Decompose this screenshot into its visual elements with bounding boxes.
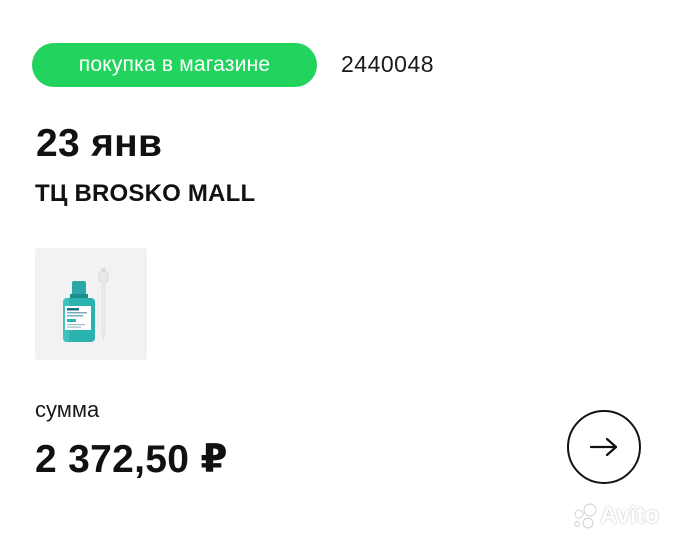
sum-value: 2 372,50 ₽ — [35, 438, 228, 481]
avito-dots-icon — [574, 503, 597, 529]
sum-label: сумма — [35, 397, 100, 422]
product-thumbnail[interactable] — [35, 248, 147, 360]
serum-bottle-image — [35, 248, 147, 360]
open-purchase-button[interactable] — [567, 410, 641, 484]
store-name: ТЦ BROSKO MALL — [35, 180, 256, 207]
avito-watermark-text: Avito — [600, 502, 660, 529]
purchase-date: 23 янв — [36, 122, 163, 165]
avito-watermark: Avito — [570, 498, 670, 534]
purchase-type-badge: покупка в магазине — [32, 43, 317, 87]
arrow-right-icon — [589, 437, 618, 457]
order-number: 2440048 — [341, 51, 435, 77]
